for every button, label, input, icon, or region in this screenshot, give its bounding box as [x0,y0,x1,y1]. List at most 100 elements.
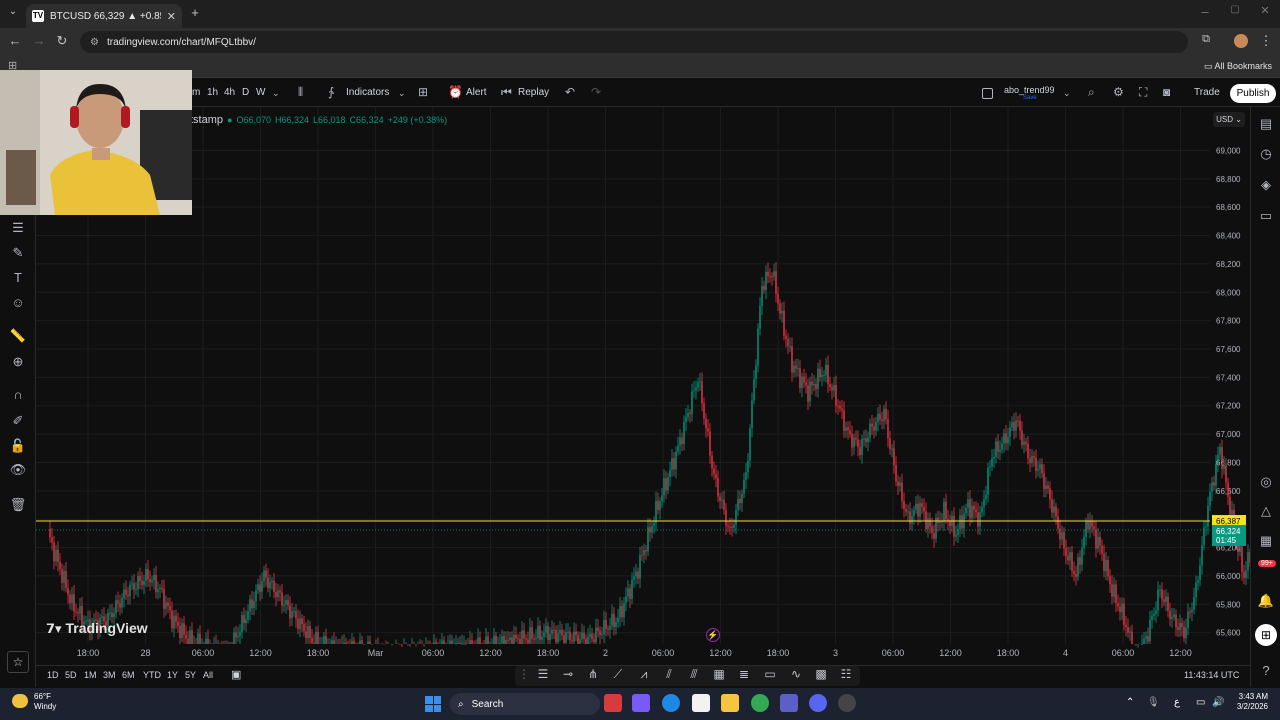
settings-gear-icon[interactable]: ⚙ [1113,85,1124,99]
eye-icon[interactable]: 👁 [8,462,28,478]
goto-date-icon[interactable]: ▣ [231,668,241,681]
replay-icon[interactable]: ⏮ [501,85,512,100]
magnet-icon[interactable]: ∩ [8,387,28,402]
windows-start-icon[interactable] [425,696,441,712]
quick-search-icon[interactable]: ⌕ [1088,85,1095,100]
drag-handle-icon[interactable]: ⋮ [514,667,534,681]
site-info-icon[interactable]: ⚙ [90,37,99,48]
range-1m[interactable]: 1M [84,670,97,680]
path-icon[interactable]: ∿ [786,667,806,681]
url-field[interactable]: ⚙ tradingview.com/chart/MFQLtbbv/ [80,31,1188,53]
chart-clock[interactable]: 11:43:14 UTC [1184,670,1239,680]
help-icon[interactable]: ? [1256,663,1276,678]
tray-overflow-icon[interactable]: ⌃ [1126,697,1134,708]
app-chrome-icon[interactable] [751,694,769,712]
more-drawings-icon[interactable]: ☷ [836,667,856,681]
app-file-explorer-icon[interactable] [721,694,739,712]
tab-search-icon[interactable]: ⌄ [4,6,22,17]
app-notepad-icon[interactable] [692,694,710,712]
extensions-icon[interactable]: ⧉ [1197,33,1215,46]
app-discord-icon[interactable] [809,694,827,712]
layout-save-label[interactable]: Save [1023,95,1037,101]
indicators-dropdown-icon[interactable]: ⌄ [398,88,406,99]
interval-4h[interactable]: 4h [224,87,235,98]
browser-tab[interactable]: TV BTCUSD 66,329 ▲ +0.85% abo... ✕ [26,4,182,28]
object-tree-star-icon[interactable]: ☆ [7,651,29,673]
grid-pattern-icon[interactable]: ▩ [811,667,831,681]
range-1y[interactable]: 1Y [167,670,178,680]
layout-dropdown-icon[interactable]: ⌄ [1063,88,1071,99]
lock-icon[interactable]: 🔓 [8,438,28,454]
brush-icon[interactable]: ✎ [8,245,28,261]
microphone-icon[interactable]: 🎙 [1147,697,1160,708]
range-3m[interactable]: 3M [103,670,116,680]
close-window-icon[interactable]: ✕ [1256,4,1274,17]
range-5y[interactable]: 5Y [185,670,196,680]
rectangle-icon[interactable]: ▭ [760,667,780,681]
interval-w[interactable]: W [256,87,265,98]
weather-icon[interactable] [12,694,28,708]
range-ytd[interactable]: YTD [143,670,161,680]
alert-icon[interactable]: ⏰ [448,85,463,99]
taskbar-search[interactable]: ⌕ Search [450,693,600,715]
interval-1h[interactable]: 1h [207,87,218,98]
symbol-exchange-label[interactable]: tstamp [190,114,223,126]
event-lightning-icon[interactable]: ⚡ [706,628,720,642]
calendar-icon[interactable]: ▦ [1256,533,1276,549]
chrome-menu-icon[interactable]: ⋮ [1257,33,1275,49]
interval-dropdown-icon[interactable]: ⌄ [272,88,280,99]
range-5d[interactable]: 5D [65,670,77,680]
target-icon[interactable]: ◎ [1256,474,1276,490]
interval-d[interactable]: D [242,87,249,98]
fullscreen-icon[interactable]: ⛶ [1139,85,1147,100]
trend-line-icon[interactable]: ⟋ [608,667,628,682]
back-icon[interactable]: ← [6,33,24,48]
language-indicator-icon[interactable]: ع [1174,697,1180,708]
candle-type-icon[interactable]: ⫴ [298,85,303,100]
xabcd-pattern-icon[interactable]: ⩘ [634,667,654,682]
notifications-bell-icon[interactable]: 🔔 [1256,593,1276,609]
replay-button[interactable]: Replay [518,87,549,98]
zoom-in-icon[interactable]: ⊕ [8,354,28,370]
publish-button[interactable]: Publish [1230,84,1276,103]
volume-icon[interactable]: 🔊 [1212,697,1224,708]
interval-minutes[interactable]: m [192,87,200,98]
range-all[interactable]: All [203,670,213,680]
fib-channel-icon[interactable]: ≣ [734,667,754,681]
maximize-icon[interactable]: ▢ [1226,4,1244,15]
tab-close-icon[interactable]: ✕ [167,10,176,23]
app-teams-icon[interactable] [780,694,798,712]
pitchfork-icon[interactable]: ⋔ [583,667,603,681]
fib-retracement-icon[interactable]: ☰ [533,667,553,681]
emoji-icon[interactable]: ☺ [8,295,28,310]
app-edge-icon[interactable] [662,694,680,712]
app-copilot-icon[interactable] [632,694,650,712]
range-6m[interactable]: 6M [122,670,135,680]
regression-channel-icon[interactable]: ⫻ [684,667,704,682]
currency-selector[interactable]: USD ⌄ [1213,112,1245,127]
layout-checkbox[interactable] [982,88,993,99]
app-generic-icon[interactable] [838,694,856,712]
price-chart[interactable]: 69,000 68,800 68,600 68,400 68,200 68,000 67,8… [36,107,1250,665]
alert-button[interactable]: Alert [466,87,487,98]
horizontal-line-icon[interactable]: ⊸ [558,667,578,681]
system-clock[interactable]: 3:43 AM 3/2/2026 [1228,692,1268,712]
indicators-button[interactable]: Indicators [346,87,389,98]
app-pdf-icon[interactable] [604,694,622,712]
layout-name[interactable]: abo_trend99 [1004,85,1055,95]
minimize-icon[interactable]: – [1196,4,1214,19]
ideas-triangle-icon[interactable]: △ [1256,503,1276,519]
parallel-channel-icon[interactable]: ⫽ [659,667,679,682]
indicators-icon[interactable]: ∱ [328,85,334,99]
ruler-icon[interactable]: 📏 [8,328,28,344]
text-tool-icon[interactable]: T [8,270,28,285]
lock-drawings-pencil-icon[interactable]: ✐ [8,413,28,429]
forward-icon[interactable]: → [30,33,48,48]
network-icon[interactable]: ▭ [1196,697,1205,708]
apps-grid-button-icon[interactable]: ⊞ [1255,624,1277,646]
range-1d[interactable]: 1D [47,670,59,680]
redo-icon[interactable]: ↷ [591,85,601,99]
weather-widget[interactable]: 66°F Windy [34,692,56,712]
gann-box-icon[interactable]: ▦ [709,667,729,681]
profile-avatar[interactable] [1234,34,1248,48]
